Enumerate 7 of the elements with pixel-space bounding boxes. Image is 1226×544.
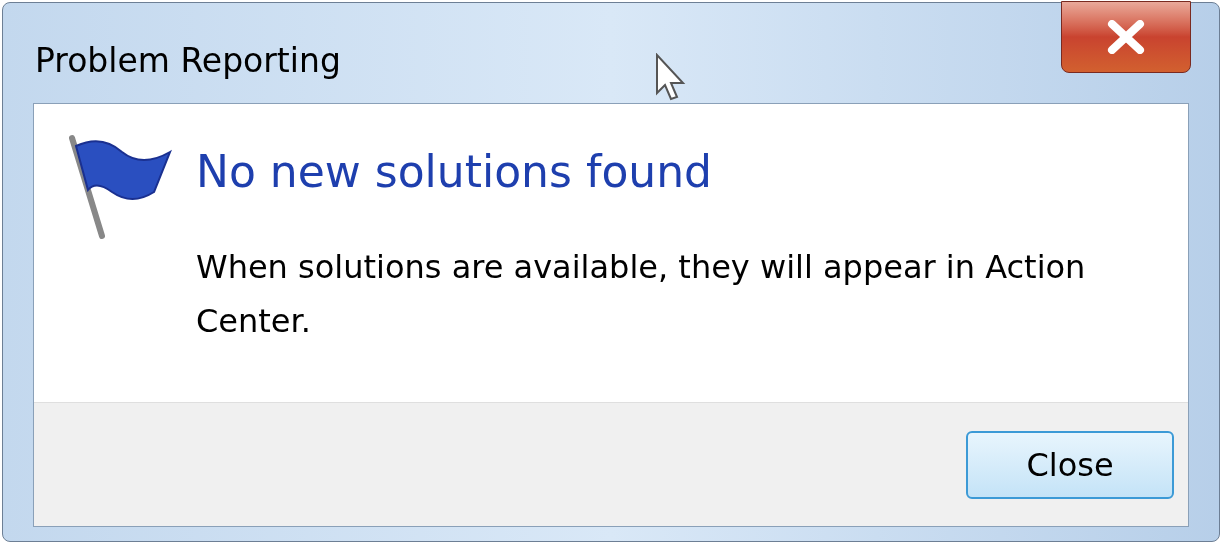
close-window-button[interactable] [1061,1,1191,73]
mouse-cursor-icon [655,53,687,103]
dialog-heading: No new solutions found [196,145,713,199]
window-title: Problem Reporting [35,40,341,82]
close-icon [1106,20,1146,54]
dialog-message: When solutions are available, they will appear in Action Center. [196,247,1087,342]
close-button[interactable]: Close [966,430,1174,499]
